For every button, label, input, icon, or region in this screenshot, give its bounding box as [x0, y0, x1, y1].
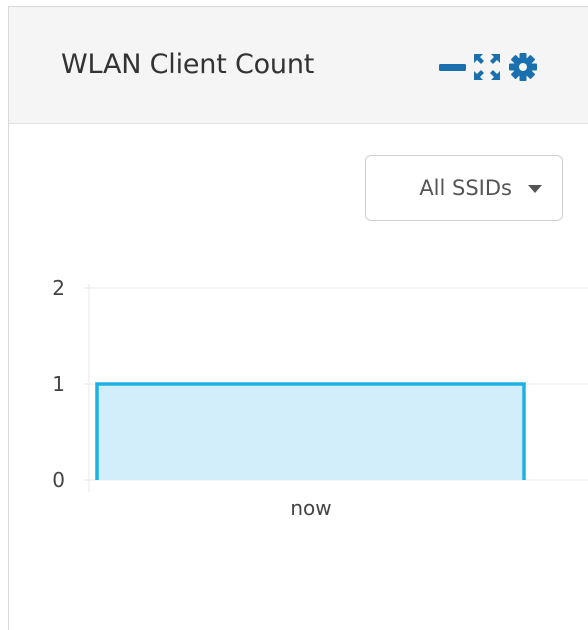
y-tick-label: 0	[52, 468, 65, 492]
area-fill	[97, 384, 524, 480]
client-count-chart: 0 1 2 now	[52, 276, 588, 520]
y-tick-label: 2	[52, 276, 65, 300]
wlan-client-count-widget: WLAN Client Count All SSIDs 0 1 2 now	[8, 6, 588, 630]
x-tick-label: now	[290, 496, 331, 520]
y-tick-label: 1	[52, 372, 65, 396]
